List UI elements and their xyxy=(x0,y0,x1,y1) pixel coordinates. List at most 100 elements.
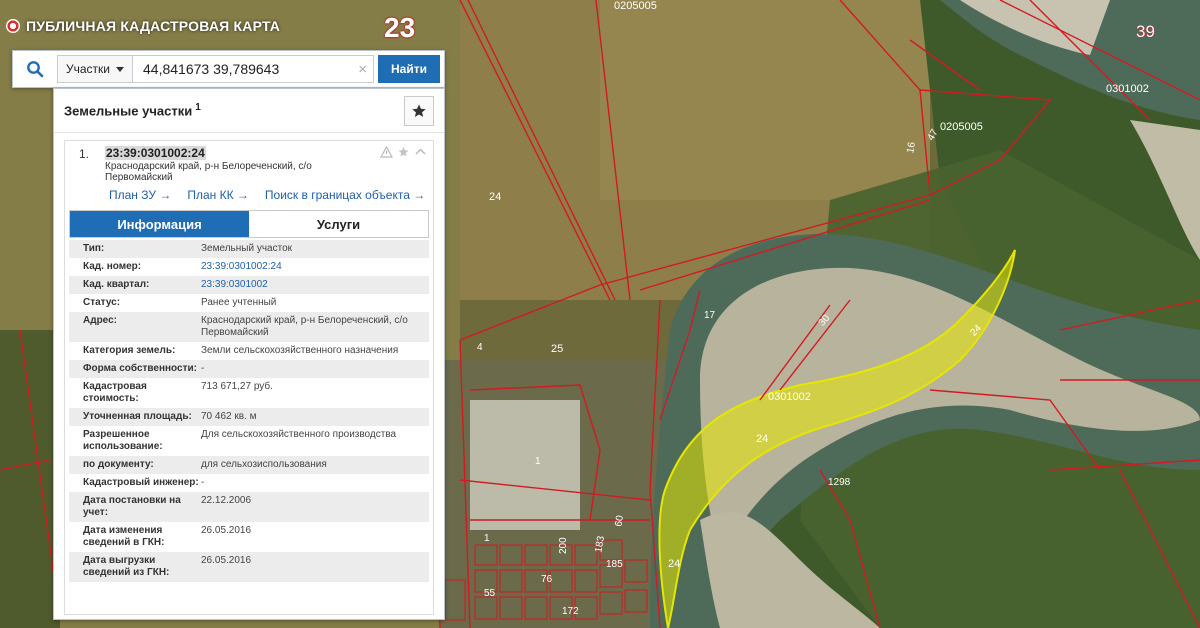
info-row-by-document: по документу: для сельхозиспользования xyxy=(69,456,429,474)
info-row-export-date: Дата выгрузки сведений из ГКН: 26.05.2016 xyxy=(69,552,429,582)
info-value: Ранее учтенный xyxy=(201,297,277,308)
search-input-wrapper: × xyxy=(132,55,374,83)
cad-quarter-link[interactable]: 23:39:0301002 xyxy=(201,279,429,291)
info-key: Адрес: xyxy=(83,315,117,326)
info-row-area: Уточненная площадь: 70 462 кв. м xyxy=(69,408,429,426)
map-label-region: 39 xyxy=(1136,22,1155,41)
info-value: - xyxy=(201,477,205,488)
info-row-registration-date: Дата постановки на учет: 22.12.2006 xyxy=(69,492,429,522)
results-panel: Земельные участки 1 1. 23:39:0301002:24 К… xyxy=(53,88,445,620)
map-label-quarter: 0205005 xyxy=(614,0,657,12)
info-value: 70 462 кв. м xyxy=(201,411,257,422)
info-row-cad-number: Кад. номер: 23:39:0301002:24 xyxy=(69,258,429,276)
tab-information[interactable]: Информация xyxy=(70,211,249,237)
info-row-status: Статус: Ранее учтенный xyxy=(69,294,429,312)
map-label-parcel: 200 xyxy=(558,537,569,554)
info-key: Разрешенное использование: xyxy=(83,429,163,452)
map-label-parcel: 17 xyxy=(704,310,716,321)
result-card: 1. 23:39:0301002:24 Краснодарский край, … xyxy=(64,140,434,615)
map-label-selected-parcel: 24 xyxy=(668,558,680,570)
info-key: Статус: xyxy=(83,297,121,308)
info-key: Кадастровый инженер: xyxy=(83,477,199,488)
search-type-label: Участки xyxy=(66,62,110,76)
info-value: 26.05.2016 xyxy=(201,525,252,536)
info-key: Дата выгрузки сведений из ГКН: xyxy=(83,555,170,578)
map-label-parcel: 55 xyxy=(484,588,496,599)
info-row-address: Адрес: Краснодарский край, р-н Белореченс… xyxy=(69,312,429,342)
map-label-selected-parcel: 24 xyxy=(756,433,768,445)
search-bar: Участки × Найти xyxy=(12,50,445,88)
map-label-quarter: 0301002 xyxy=(1106,83,1149,95)
search-icon[interactable] xyxy=(13,54,57,84)
search-type-dropdown[interactable]: Участки xyxy=(57,55,132,83)
map-label-quarter: 0301002 xyxy=(768,391,811,403)
info-row-type: Тип: Земельный участок xyxy=(69,240,429,258)
map-label-parcel: 24 xyxy=(489,191,501,203)
panel-title-text: Земельные участки xyxy=(64,103,193,119)
search-input[interactable] xyxy=(133,56,373,82)
info-row-land-category: Категория земель: Земли сельскохозяйствен… xyxy=(69,342,429,360)
map-label-parcel: 76 xyxy=(541,574,553,585)
info-table: Тип: Земельный участок Кад. номер: 23:39:0… xyxy=(69,240,429,582)
map-label-parcel: 185 xyxy=(606,559,623,570)
result-links: План ЗУ → План КК → Поиск в границах объ… xyxy=(109,188,425,202)
clear-icon[interactable]: × xyxy=(358,61,367,78)
result-count: 1 xyxy=(195,102,201,114)
map-label-parcel: 4 xyxy=(477,342,483,353)
search-in-bounds-link[interactable]: Поиск в границах объекта → xyxy=(265,188,425,202)
info-value: 26.05.2016 xyxy=(201,555,252,566)
app-logo-icon xyxy=(6,19,20,33)
info-key: Дата постановки на учет: xyxy=(83,495,181,518)
info-row-engineer: Кадастровый инженер: - xyxy=(69,474,429,492)
map-label-parcel: 172 xyxy=(562,606,579,617)
info-value: Земельный участок xyxy=(201,243,293,254)
info-key: Кад. квартал: xyxy=(83,279,150,290)
info-key: Кадастровая стоимость: xyxy=(83,381,147,404)
info-value: Для сельскохозяйственного производства xyxy=(201,429,397,440)
result-header: 1. 23:39:0301002:24 Краснодарский край, … xyxy=(65,141,433,207)
info-key: Форма собственности: xyxy=(83,363,197,374)
map-label-region: 23 xyxy=(384,12,416,43)
tab-services[interactable]: Услуги xyxy=(249,211,428,237)
favorites-button[interactable] xyxy=(404,95,434,126)
map-label-parcel: 1298 xyxy=(828,477,851,488)
info-row-permitted-use: Разрешенное использование: Для сельскохоз… xyxy=(69,426,429,456)
star-icon[interactable] xyxy=(397,146,410,158)
star-icon xyxy=(412,103,426,117)
result-index: 1. xyxy=(79,147,90,161)
panel-header: Земельные участки 1 xyxy=(54,89,444,133)
info-value: для сельхозиспользования xyxy=(201,459,327,470)
info-key: по документу: xyxy=(83,459,154,470)
map-label-parcel: 1 xyxy=(535,456,541,467)
search-button[interactable]: Найти xyxy=(378,55,440,83)
app-title: ПУБЛИЧНАЯ КАДАСТРОВАЯ КАРТА xyxy=(6,16,280,36)
info-value: 22.12.2006 xyxy=(201,495,252,506)
result-address: Краснодарский край, р-н Белореченский, с… xyxy=(105,161,312,183)
info-value: Земли сельскохозяйственного назначения xyxy=(201,345,399,356)
info-value: Краснодарский край, р-н Белореченский, с… xyxy=(201,315,408,338)
app-title-text: ПУБЛИЧНАЯ КАДАСТРОВАЯ КАРТА xyxy=(26,18,281,34)
result-tabs: Информация Услуги xyxy=(69,210,429,238)
info-row-cad-quarter: Кад. квартал: 23:39:0301002 xyxy=(69,276,429,294)
plan-kk-link[interactable]: План КК → xyxy=(187,188,249,202)
panel-title: Земельные участки 1 xyxy=(64,102,201,118)
warning-icon[interactable] xyxy=(380,146,393,158)
map-label-quarter: 0205005 xyxy=(940,121,983,133)
plan-zu-link[interactable]: План ЗУ → xyxy=(109,188,171,202)
info-key: Дата изменения сведений в ГКН: xyxy=(83,525,165,548)
caret-down-icon xyxy=(116,66,124,72)
chevron-up-icon[interactable] xyxy=(414,146,427,158)
info-key: Кад. номер: xyxy=(83,261,142,272)
info-row-cadastral-value: Кадастровая стоимость: 713 671,27 руб. xyxy=(69,378,429,408)
info-key: Тип: xyxy=(83,243,105,254)
info-row-ownership: Форма собственности: - xyxy=(69,360,429,378)
map-label-parcel: 1 xyxy=(484,533,490,544)
info-key: Категория земель: xyxy=(83,345,176,356)
info-key: Уточненная площадь: xyxy=(83,411,192,422)
cad-number-link[interactable]: 23:39:0301002:24 xyxy=(201,261,429,273)
info-value: - xyxy=(201,363,205,374)
info-value: 713 671,27 руб. xyxy=(201,381,273,392)
result-cadastral-number[interactable]: 23:39:0301002:24 xyxy=(105,146,206,160)
result-tools xyxy=(380,146,427,158)
info-row-change-date: Дата изменения сведений в ГКН: 26.05.2016 xyxy=(69,522,429,552)
